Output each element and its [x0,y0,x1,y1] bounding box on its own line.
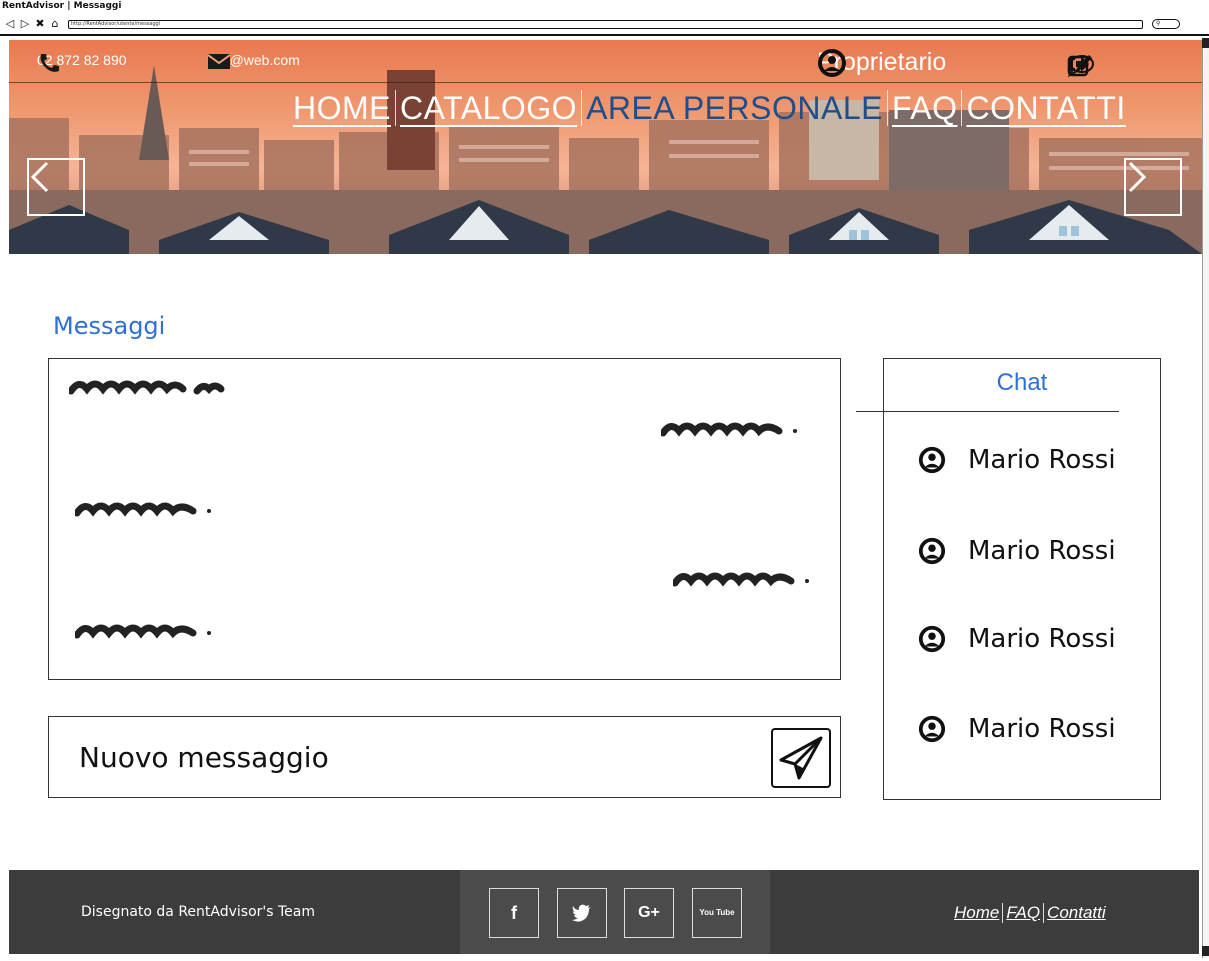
chevron-left-icon [30,161,49,193]
message-bubble [69,380,225,395]
chat-contact-name: Mario Rossi [968,536,1116,566]
header-divider [9,82,1202,83]
email-contact: info@web.com [207,52,300,69]
user-icon [918,446,946,474]
user-icon [818,49,846,77]
scrollbar[interactable] [1202,38,1209,958]
chat-contact-name: Mario Rossi [968,445,1116,475]
browser-toolbar: ◁ ▷ ✖ ⌂ http://RentAdvisor/utente/messag… [0,14,1209,36]
twitter-bird-icon [572,904,591,922]
user-icon [918,537,946,565]
new-message-input[interactable]: Nuovo messaggio [48,716,841,798]
paper-plane-icon [779,736,823,780]
scroll-down-arrow[interactable] [1202,946,1209,956]
google-plus-icon[interactable]: G+ [624,888,674,938]
chat-list: Chat Mario Rossi Mario Rossi Mario Rossi [856,358,1161,800]
send-button[interactable] [771,728,831,788]
youtube-icon[interactable]: You Tube [692,888,742,938]
message-bubble [673,572,809,587]
footer: Disegnato da RentAdvisor's Team f G+ You… [9,870,1199,954]
chat-contact[interactable]: Mario Rossi [918,714,1116,744]
hero-banner: 02 872 82 890 info@web.com Proprietario [9,40,1202,254]
footer-link-home[interactable]: Home [951,903,1002,923]
phone-icon [40,54,59,72]
new-message-placeholder: Nuovo messaggio [79,741,329,774]
nav-area-personale[interactable]: AREA PERSONALE [582,90,887,126]
footer-link-contatti[interactable]: Contatti [1044,903,1109,923]
home-icon[interactable]: ⌂ [49,18,61,30]
page-title: Messaggi [53,312,166,340]
facebook-icon[interactable]: f [489,888,539,938]
chat-contact[interactable]: Mario Rossi [918,536,1116,566]
chat-contact[interactable]: Mario Rossi [918,445,1116,475]
address-bar[interactable]: http://RentAdvisor/utente/messaggi [68,19,1143,29]
chat-contact-name: Mario Rossi [968,714,1116,744]
forward-icon[interactable]: ▷ [19,18,31,30]
nav-home[interactable]: HOME [289,90,395,126]
message-thread [48,358,841,680]
window-title: RentAdvisor | Messaggi [0,0,1209,14]
carousel-next-button[interactable] [1124,158,1182,216]
chat-contact[interactable]: Mario Rossi [918,624,1116,654]
carousel-prev-button[interactable] [27,158,85,216]
main-nav: HOME CATALOGO AREA PERSONALE FAQ CONTATT… [289,90,1130,126]
close-icon[interactable]: ✖ [34,18,46,30]
back-icon[interactable]: ◁ [4,18,16,30]
nav-faq[interactable]: FAQ [888,90,962,126]
user-icon [918,715,946,743]
logout-icon[interactable] [1067,52,1091,76]
city-skyline-image [9,40,1202,254]
message-bubble [75,624,211,639]
browser-search-field[interactable]: ⚲ [1152,19,1180,29]
footer-links: Home FAQ Contatti [951,903,1109,923]
chat-divider [856,411,1119,412]
footer-credit: Disegnato da RentAdvisor's Team [81,904,316,920]
twitter-icon[interactable] [557,888,607,938]
phone-contact: 02 872 82 890 [37,52,127,72]
scroll-up-arrow[interactable] [1202,38,1209,48]
chevron-right-icon [1128,161,1147,193]
nav-catalogo[interactable]: CATALOGO [396,90,581,126]
envelope-icon [207,54,231,69]
user-role[interactable]: Proprietario [817,48,946,77]
message-bubble [75,502,211,517]
chat-contact-name: Mario Rossi [968,624,1116,654]
footer-link-faq[interactable]: FAQ [1003,903,1043,923]
message-bubble [661,422,797,437]
nav-contatti[interactable]: CONTATTI [962,90,1129,126]
chat-title: Chat [996,369,1048,396]
user-icon [918,625,946,653]
